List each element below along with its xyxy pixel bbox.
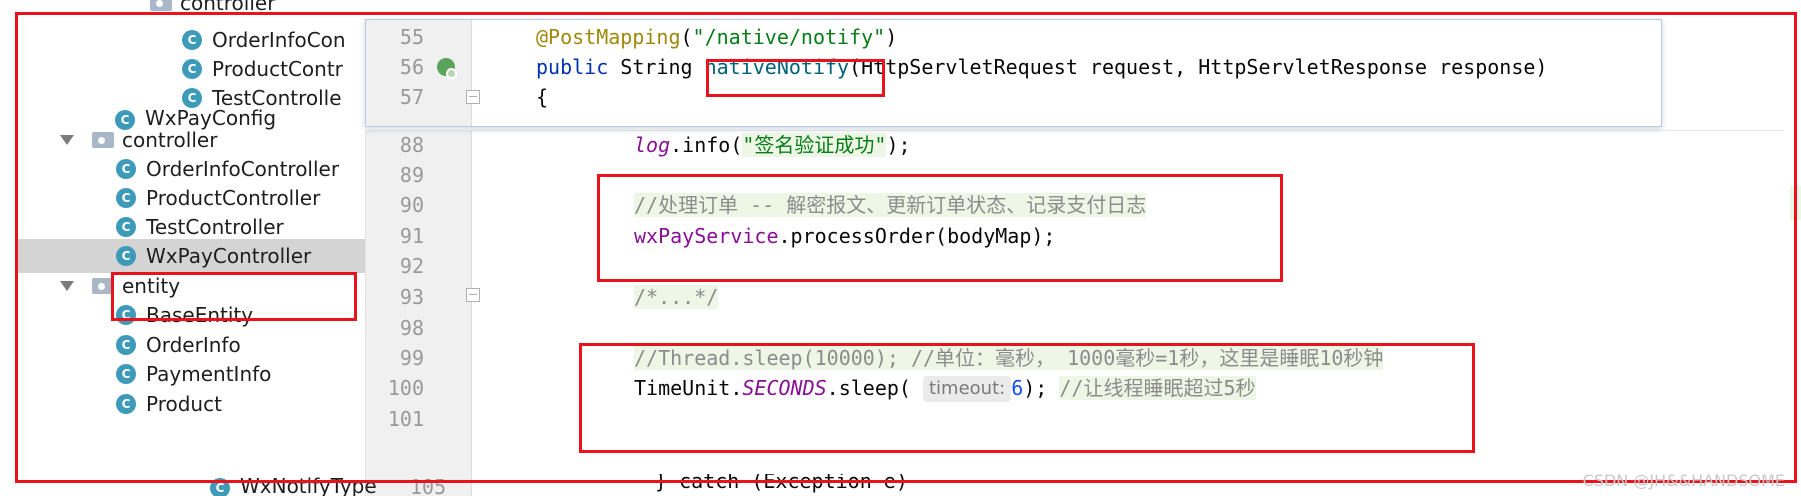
background-tree-item-bottom[interactable]: C WxNotifyType — [210, 474, 377, 496]
code-line-91: wxPayService.processOrder(bodyMap); — [634, 219, 1055, 253]
line-number: 56 — [399, 55, 424, 79]
call-token: .sleep( — [826, 376, 923, 400]
class-icon: C — [182, 30, 202, 50]
folder-icon — [92, 278, 114, 294]
line-number: 55 — [399, 25, 424, 49]
class-icon: C — [116, 246, 136, 266]
comment-token: //Thread.sleep(10000); — [634, 346, 911, 370]
background-tree-item-label: ProductContr — [212, 57, 343, 81]
comment-token: //单位：毫秒， 1000毫秒=1秒，这里是睡眠10秒钟 — [910, 346, 1384, 370]
code-line-56: public String nativeNotify(HttpServletRe… — [536, 50, 1547, 84]
class-icon: C — [116, 159, 136, 179]
params-token: (HttpServletRequest request, HttpServlet… — [849, 55, 1548, 79]
field-token: wxPayService — [634, 224, 779, 248]
call-token: .info( — [670, 133, 743, 157]
class-icon: C — [210, 478, 230, 496]
fold-marker-icon[interactable] — [466, 288, 480, 302]
parameter-hint: timeout: — [923, 376, 1012, 402]
line-number: 88 — [399, 133, 424, 157]
class-icon: C — [116, 335, 136, 355]
method-name-token[interactable]: nativeNotify — [705, 55, 850, 79]
chevron-down-icon[interactable] — [60, 281, 74, 291]
brace-token: { — [536, 85, 549, 109]
string-token: "/native/notify" — [692, 25, 886, 49]
tree-item-label: BaseEntity — [146, 303, 254, 327]
folder-icon — [150, 0, 172, 11]
class-icon: C — [116, 394, 136, 414]
end-token: ); — [1023, 376, 1060, 400]
code-line-90: //处理订单 -- 解密报文、更新订单状态、记录支付日志 — [634, 188, 1147, 222]
class-icon: C — [182, 88, 202, 108]
tree-item-product[interactable]: C Product — [18, 387, 365, 421]
paren-token: ( — [680, 25, 693, 49]
code-line-100: TimeUnit.SECONDS.sleep( timeout: 6); //让线… — [634, 371, 1256, 405]
class-token: TimeUnit. — [634, 376, 743, 400]
number-token: 6 — [1011, 376, 1024, 400]
editor-right-edge-highlight — [1790, 186, 1801, 220]
class-icon: C — [182, 59, 202, 79]
line-number: 92 — [399, 254, 424, 278]
type-token: String — [608, 55, 705, 79]
folder-icon — [92, 132, 114, 148]
fold-marker-icon[interactable] — [466, 90, 480, 104]
code-line-93: /*...*/ — [634, 280, 719, 314]
background-code-line: } catch (Exception e) — [655, 474, 908, 496]
line-number: 101 — [387, 407, 424, 431]
line-number: 90 — [399, 193, 424, 217]
tree-item-label: WxPayController — [146, 244, 312, 268]
code-line-55: @PostMapping("/native/notify") — [536, 20, 897, 54]
class-icon: C — [116, 364, 136, 384]
background-folder-controller[interactable]: controller — [150, 0, 275, 20]
tree-item-label: ProductController — [146, 186, 321, 210]
class-icon: C — [116, 305, 136, 325]
tree-item-baseentity[interactable]: C BaseEntity — [18, 298, 365, 332]
tree-item-label: Product — [146, 392, 222, 416]
tree-item-label: controller — [122, 128, 218, 152]
project-tree-sidebar: controller C OrderInfoController C Produ… — [18, 128, 365, 496]
tree-item-wxpaycontroller[interactable]: C WxPayController — [18, 239, 365, 273]
tree-item-label: OrderInfoController — [146, 157, 340, 181]
line-number: 98 — [399, 316, 424, 340]
tree-item-label: PaymentInfo — [146, 362, 272, 386]
method-declaration-popup: 55 56 57 @PostMapping("/native/notify") … — [365, 19, 1662, 127]
tree-item-paymentinfo[interactable]: C PaymentInfo — [18, 357, 365, 391]
background-tree-item-label: WxNotifyType — [240, 474, 377, 496]
line-number: 105 — [410, 475, 447, 496]
code-editor[interactable]: 88 89 90 91 92 93 98 99 100 101 log.info… — [365, 130, 1783, 496]
end-token: ); — [886, 133, 911, 157]
line-number: 100 — [387, 376, 424, 400]
endpoint-gutter-icon-badge — [446, 68, 457, 79]
tree-item-label: entity — [122, 274, 181, 298]
string-token: "签名验证成功" — [742, 133, 887, 157]
class-icon: C — [116, 188, 136, 208]
code-text: } catch (Exception e) — [655, 474, 908, 493]
code-line-88: log.info("签名验证成功"); — [634, 128, 911, 162]
line-number: 57 — [399, 85, 424, 109]
paren-token: ) — [885, 25, 898, 49]
line-number: 99 — [399, 346, 424, 370]
background-tree-item-label: OrderInfoCon — [212, 28, 346, 52]
tree-item-label: TestController — [146, 215, 284, 239]
line-number: 91 — [399, 224, 424, 248]
code-line-57: { — [536, 80, 548, 114]
comment-token: //处理订单 -- 解密报文、更新订单状态、记录支付日志 — [634, 193, 1147, 217]
background-folder-label: controller — [180, 0, 276, 15]
watermark: CSDN @JH&&HANDSOME — [1582, 471, 1785, 490]
folded-comment-token[interactable]: /*...*/ — [634, 285, 719, 309]
code-line-99: //Thread.sleep(10000); //单位：毫秒， 1000毫秒=1… — [634, 341, 1384, 375]
line-number: 93 — [399, 285, 424, 309]
tree-item-label: OrderInfo — [146, 333, 241, 357]
static-token: SECONDS — [742, 376, 827, 400]
annotation-token: @PostMapping — [536, 25, 681, 49]
background-tree-item-label: TestControlle — [212, 86, 342, 110]
background-project-tree: controller C OrderInfoCon C ProductContr… — [0, 0, 370, 135]
log-token: log — [634, 133, 671, 157]
call-token: .processOrder(bodyMap); — [778, 224, 1056, 248]
class-icon: C — [116, 217, 136, 237]
comment-token: //让线程睡眠超过5秒 — [1059, 376, 1256, 400]
keyword-token: public — [536, 55, 609, 79]
chevron-down-icon[interactable] — [60, 135, 74, 145]
line-number: 89 — [399, 163, 424, 187]
background-line-number: 105 — [410, 474, 470, 496]
